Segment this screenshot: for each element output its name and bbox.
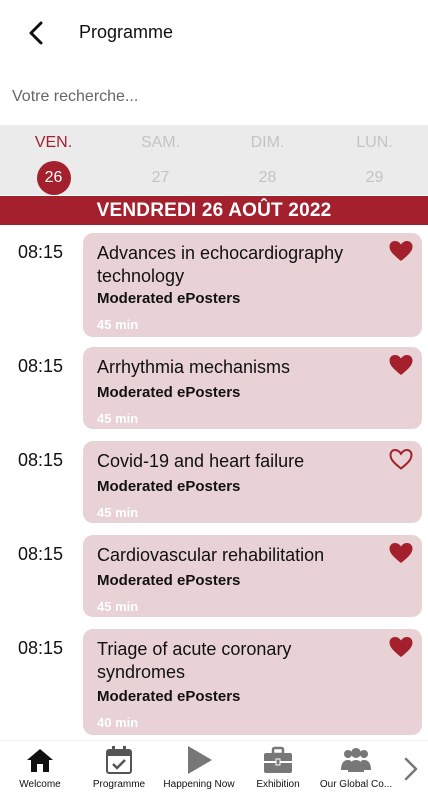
tab-label: Welcome <box>19 779 61 790</box>
session-row: 08:15 Arrhythmia mechanisms Moderated eP… <box>0 347 428 429</box>
session-card[interactable]: Arrhythmia mechanisms Moderated ePosters… <box>83 347 422 429</box>
session-card[interactable]: Advances in echocardiography technology … <box>83 233 422 337</box>
day-tab-ven[interactable]: VEN. 26 <box>0 125 107 195</box>
session-row: 08:15 Triage of acute coronary syndromes… <box>0 629 428 735</box>
session-time: 08:15 <box>18 450 64 470</box>
favorite-heart-filled-icon[interactable] <box>388 635 414 659</box>
session-duration: 45 min <box>97 411 139 426</box>
tab-welcome[interactable]: Welcome <box>2 741 78 800</box>
session-title: Triage of acute coronary syndromes <box>97 639 292 682</box>
session-time: 08:15 <box>18 638 64 658</box>
day-tab-sam[interactable]: SAM. 27 <box>107 125 214 195</box>
session-row: 08:15 Cardiovascular rehabilitation Mode… <box>0 535 428 617</box>
session-duration: 45 min <box>97 599 139 614</box>
session-type: Moderated ePosters <box>97 478 241 495</box>
tab-label: Happening Now <box>163 779 235 790</box>
tab-exhibition[interactable]: Exhibition <box>244 741 312 800</box>
session-type: Moderated ePosters <box>97 384 241 401</box>
session-time: 08:15 <box>18 242 64 262</box>
session-title: Cardiovascular rehabilitation <box>97 545 325 565</box>
home-icon <box>27 749 53 772</box>
day-name: SAM. <box>140 134 181 151</box>
calendar-check-icon <box>106 746 132 774</box>
session-type: Moderated ePosters <box>97 572 241 589</box>
session-card[interactable]: Triage of acute coronary syndromes Moder… <box>83 629 422 735</box>
back-arrow-icon[interactable] <box>22 18 52 48</box>
session-title: Advances in echocardiography technology <box>97 243 344 286</box>
day-number: 28 <box>258 169 277 186</box>
favorite-heart-filled-icon[interactable] <box>388 353 414 377</box>
tab-happening-now[interactable]: Happening Now <box>160 741 238 800</box>
day-name: VEN. <box>34 134 73 151</box>
day-number: 29 <box>365 169 384 186</box>
session-time: 08:15 <box>18 544 64 564</box>
tab-label: Our Global Co... <box>319 779 393 790</box>
session-type: Moderated ePosters <box>97 688 241 705</box>
day-name: DIM. <box>250 134 285 151</box>
tab-programme[interactable]: Programme <box>82 741 156 800</box>
search-bar <box>0 80 428 114</box>
day-tab-lun[interactable]: LUN. 29 <box>321 125 428 195</box>
day-selector: VEN. 26 SAM. 27 DIM. 28 LUN. 29 <box>0 125 428 195</box>
app-header: Programme <box>0 0 428 66</box>
tab-label: Programme <box>92 779 146 790</box>
tab-label: Exhibition <box>256 779 300 790</box>
chevron-right-icon[interactable] <box>400 755 422 783</box>
day-number: 26 <box>36 161 71 195</box>
session-title: Arrhythmia mechanisms <box>97 357 291 377</box>
session-card[interactable]: Covid-19 and heart failure Moderated ePo… <box>83 441 422 523</box>
session-row: 08:15 Advances in echocardiography techn… <box>0 233 428 337</box>
day-tab-dim[interactable]: DIM. 28 <box>214 125 321 195</box>
session-list: 08:15 Advances in echocardiography techn… <box>0 225 428 740</box>
day-number: 27 <box>151 169 170 186</box>
page-title: Programme <box>79 22 174 42</box>
session-card[interactable]: Cardiovascular rehabilitation Moderated … <box>83 535 422 617</box>
briefcase-icon <box>264 746 292 773</box>
favorite-heart-filled-icon[interactable] <box>388 239 414 263</box>
session-duration: 45 min <box>97 317 139 332</box>
session-title: Covid-19 and heart failure <box>97 451 305 471</box>
favorite-heart-outline-icon[interactable] <box>388 447 414 471</box>
session-type: Moderated ePosters <box>97 290 241 307</box>
session-duration: 40 min <box>97 715 139 730</box>
session-duration: 45 min <box>97 505 139 520</box>
day-name: LUN. <box>356 134 393 151</box>
session-row: 08:15 Covid-19 and heart failure Moderat… <box>0 441 428 523</box>
session-time: 08:15 <box>18 356 64 376</box>
users-group-icon <box>341 748 371 772</box>
favorite-heart-filled-icon[interactable] <box>388 541 414 565</box>
search-input[interactable] <box>0 80 428 114</box>
tab-our-global-community[interactable]: Our Global Co... <box>316 741 396 800</box>
date-banner: VENDREDI 26 AOÛT 2022 <box>0 196 428 225</box>
bottom-tab-bar: Welcome Programme Happening Now Exhibiti… <box>0 740 428 800</box>
play-icon <box>188 746 212 774</box>
